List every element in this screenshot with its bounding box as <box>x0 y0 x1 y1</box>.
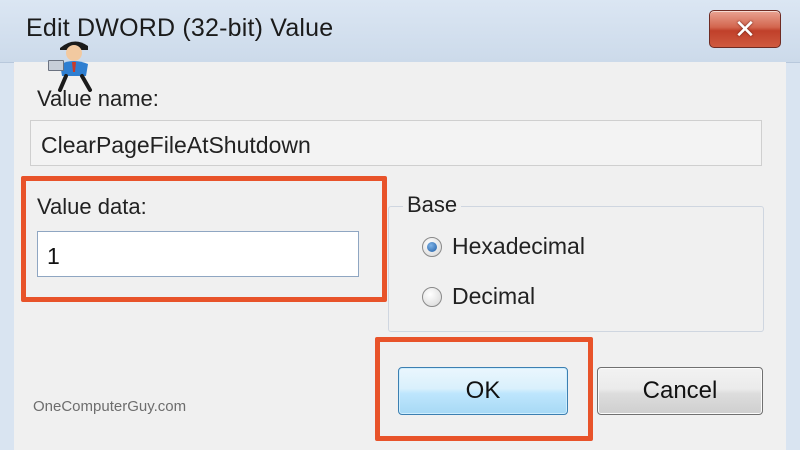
decimal-option[interactable]: Decimal <box>422 283 535 310</box>
ok-button[interactable]: OK <box>398 367 568 415</box>
hexadecimal-label: Hexadecimal <box>452 233 585 259</box>
one-computer-guy-logo-icon <box>48 41 92 92</box>
decimal-label: Decimal <box>452 283 536 309</box>
close-icon: ✕ <box>734 14 756 44</box>
value-name-field: ClearPageFileAtShutdown <box>30 120 762 166</box>
watermark: OneComputerGuy.com <box>33 398 187 415</box>
hexadecimal-option[interactable]: Hexadecimal <box>422 233 585 260</box>
value-data-input[interactable]: 1 <box>37 231 359 277</box>
base-groupbox <box>388 206 764 332</box>
dialog-titlebar: Edit DWORD (32-bit) Value ✕ <box>0 0 800 63</box>
cancel-button[interactable]: Cancel <box>597 367 763 415</box>
close-button[interactable]: ✕ <box>709 10 781 48</box>
value-data-label: Value data: <box>37 194 147 219</box>
value-name-label: Value name: <box>37 86 159 111</box>
hexadecimal-radio[interactable] <box>422 236 442 257</box>
base-legend: Base <box>403 192 462 218</box>
decimal-radio[interactable] <box>422 286 442 307</box>
